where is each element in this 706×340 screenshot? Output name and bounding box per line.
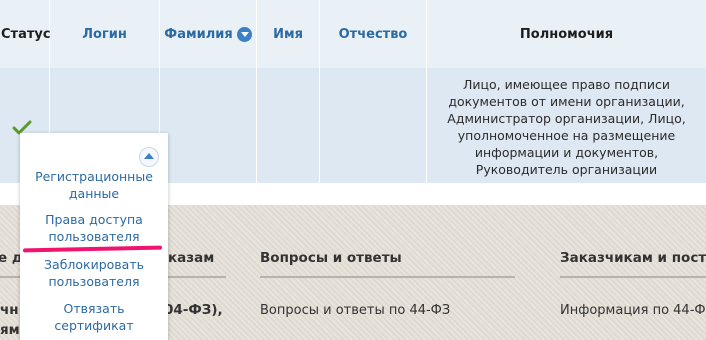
menu-item-unbind-certificate[interactable]: Отвязать сертификат bbox=[20, 300, 168, 334]
powers-line: документов от имени организации, bbox=[448, 94, 685, 109]
powers-line: Руководитель организации bbox=[475, 162, 658, 177]
menu-item-label: пользователя bbox=[48, 274, 140, 289]
powers-line: информации и документов, bbox=[474, 145, 659, 160]
menu-item-access-rights[interactable]: Права доступа пользователя bbox=[20, 211, 168, 245]
section-title-customers: Заказчикам и постав bbox=[560, 250, 706, 266]
menu-item-block-user[interactable]: Заблокировать пользователя bbox=[20, 256, 168, 290]
surname-cell bbox=[160, 68, 257, 183]
table-header: Статус Логин Фамилия Имя Отчество Полном… bbox=[0, 0, 706, 68]
menu-item-label: сертификат bbox=[54, 318, 134, 333]
powers-line: Лицо, имеющее право подписи bbox=[462, 77, 671, 92]
menu-item-label: Отвязать bbox=[63, 301, 125, 316]
section-link-cut-2[interactable]: ям bbox=[0, 322, 20, 338]
menu-item-label: Права доступа bbox=[45, 212, 143, 227]
column-header-surname[interactable]: Фамилия bbox=[160, 0, 257, 68]
powers-line: Администратор организации, Лицо, bbox=[447, 111, 686, 126]
column-header-status: Статус bbox=[0, 0, 51, 68]
column-header-patronymic[interactable]: Отчество bbox=[320, 0, 427, 68]
sort-down-icon[interactable] bbox=[236, 26, 252, 42]
highlight-underline bbox=[22, 245, 163, 253]
powers-cell: Лицо, имеющее право подписи документов о… bbox=[427, 68, 706, 183]
link-info-44fz[interactable]: Информация по 44-ФЗ bbox=[560, 303, 706, 318]
menu-item-registration-data[interactable]: Регистрационные данные bbox=[20, 168, 168, 202]
section-link-paren[interactable]: 04-ФЗ), bbox=[164, 302, 223, 318]
chevron-up-icon[interactable] bbox=[139, 147, 159, 167]
section-link-cut[interactable]: чн bbox=[0, 302, 19, 318]
patronymic-cell bbox=[320, 68, 427, 183]
section-divider bbox=[560, 276, 706, 278]
powers-line: уполномоченное на размещение bbox=[457, 128, 676, 143]
user-actions-popup: Регистрационные данные Права доступа пол… bbox=[20, 133, 168, 340]
menu-item-label: данные bbox=[68, 186, 120, 201]
section-title-partial: казам bbox=[168, 250, 215, 266]
section-divider bbox=[260, 276, 515, 278]
name-cell bbox=[257, 68, 320, 183]
menu-item-label: Заблокировать bbox=[44, 257, 144, 272]
menu-item-label: Регистрационные bbox=[35, 169, 153, 184]
menu-item-label: пользователя bbox=[48, 229, 140, 244]
column-header-powers: Полномочия bbox=[519, 26, 614, 42]
section-title-questions: Вопросы и ответы bbox=[260, 250, 402, 266]
link-questions-44fz[interactable]: Вопросы и ответы по 44-ФЗ bbox=[260, 303, 450, 318]
column-header-login[interactable]: Логин bbox=[50, 0, 160, 68]
column-header-name[interactable]: Имя bbox=[257, 0, 320, 68]
